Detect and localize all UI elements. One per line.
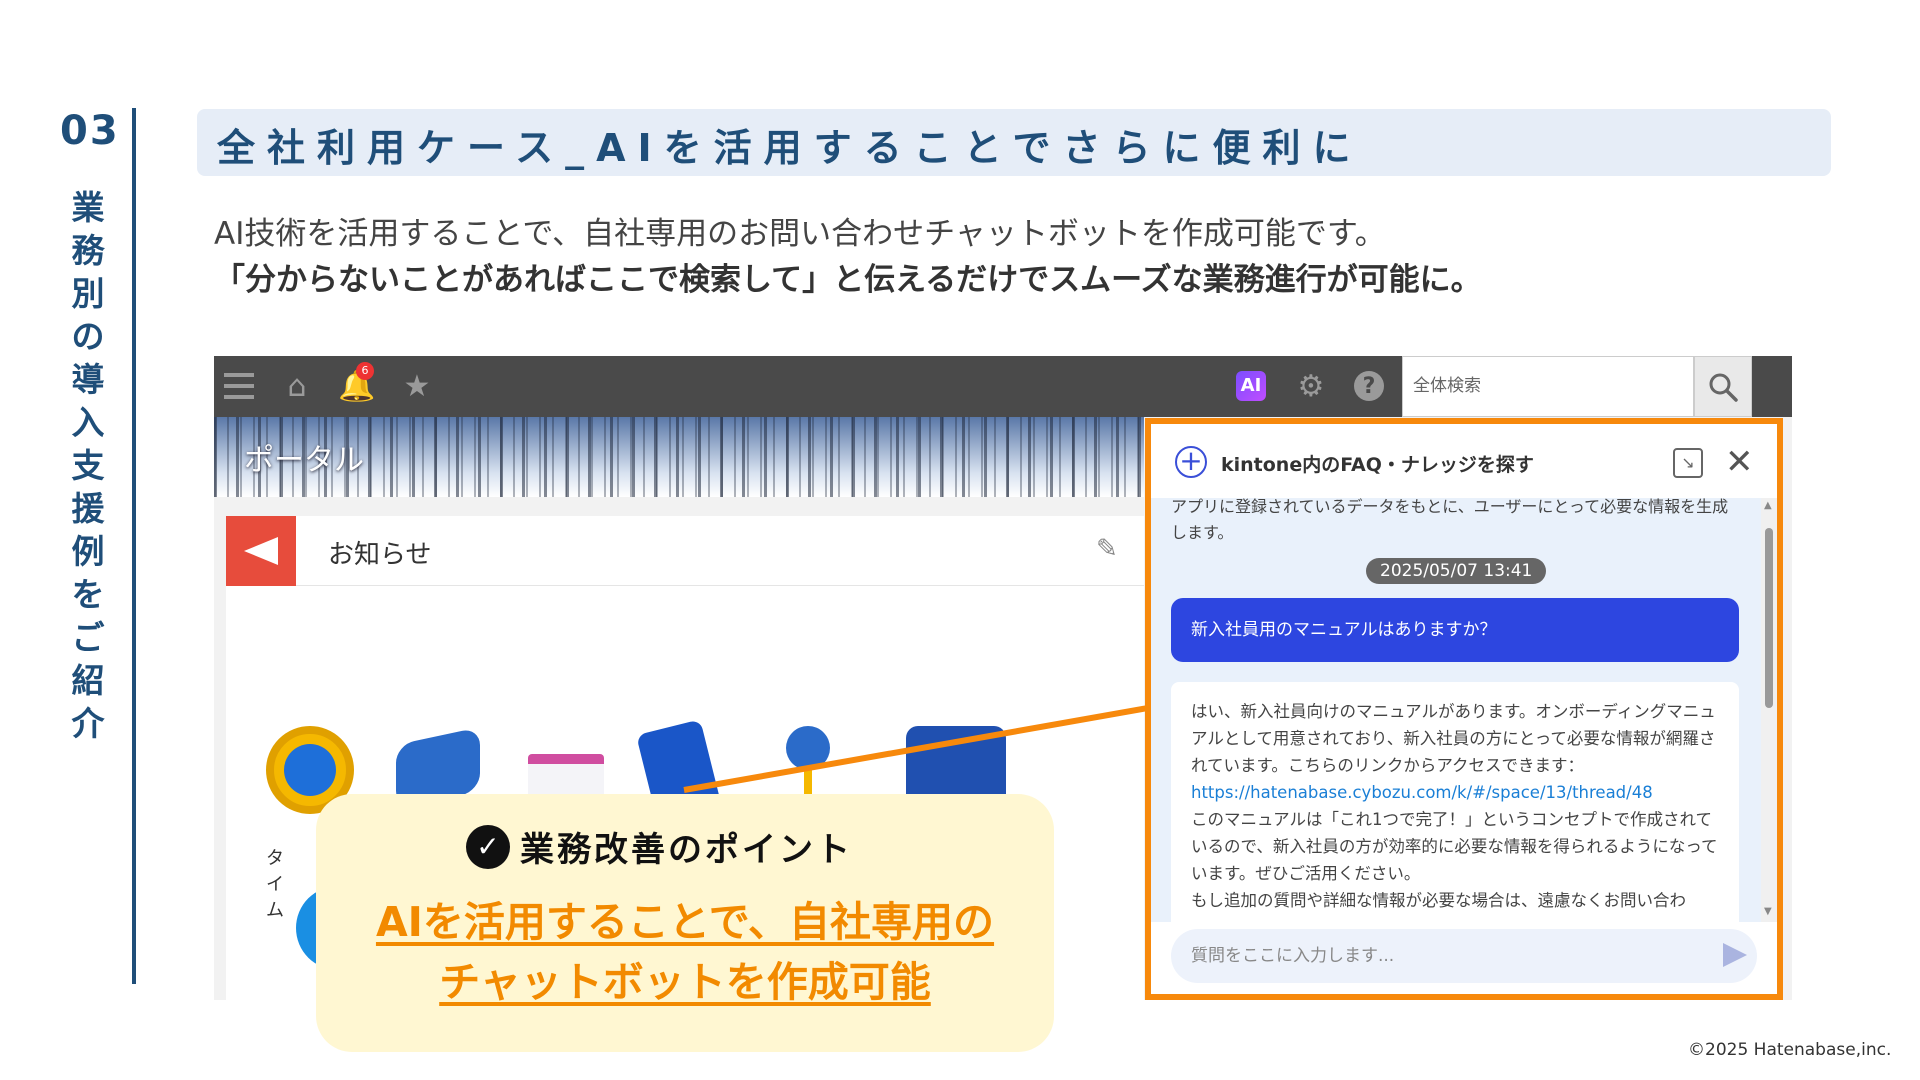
star-icon[interactable]: ★ xyxy=(398,367,436,405)
send-icon[interactable] xyxy=(1723,943,1747,967)
app-label: タイム xyxy=(266,848,284,921)
callout-title: 業務改善のポイント xyxy=(520,830,853,870)
chat-intro: アプリに登録されているデータをもとに、ユーザーにとって必要な情報を生成します。 xyxy=(1171,498,1729,542)
section-vertical-title: 業務別の導入支援例をご紹介 xyxy=(71,188,105,743)
global-search-input[interactable]: 全体検索 xyxy=(1402,356,1694,417)
chat-input[interactable]: 質問をここに入力します... xyxy=(1171,929,1757,983)
banner-title: ポータル xyxy=(244,443,364,478)
notification-badge: 6 xyxy=(356,362,374,380)
section-divider xyxy=(132,108,136,984)
kintone-header: ⌂ 🔔 6 ★ AI ⚙ ? 全体検索 xyxy=(214,356,1792,417)
callout-header: ✓ 業務改善のポイント xyxy=(466,822,853,871)
menu-icon[interactable] xyxy=(220,367,258,405)
bot-message-text: もし追加の質問や詳細な情報が必要な場合は、遠慮なくお問い合わ xyxy=(1191,891,1686,910)
bot-message-text: はい、新入社員向けのマニュアルがあります。オンボーディングマニュアルとして用意さ… xyxy=(1191,702,1716,775)
search-icon xyxy=(1709,373,1738,402)
chat-header: + kintone内のFAQ・ナレッジを探す ↘ ✕ xyxy=(1151,424,1777,498)
pin-app-icon[interactable] xyxy=(786,726,830,816)
callout-line: チャットボットを作成可能 xyxy=(439,958,931,1006)
callout-message: AIを活用することで、自社専用の チャットボットを作成可能 xyxy=(316,892,1054,1012)
help-icon[interactable]: ? xyxy=(1350,367,1388,405)
page-title: 全社利用ケース_AIを活用することでさらに便利に xyxy=(217,126,1363,170)
gear-icon[interactable]: ⚙ xyxy=(1292,367,1330,405)
improvement-callout: ✓ 業務改善のポイント AIを活用することで、自社専用の チャットボットを作成可… xyxy=(316,794,1054,1052)
section-number: 03 xyxy=(60,108,120,154)
notice-label: お知らせ xyxy=(328,540,432,570)
chat-title: kintone内のFAQ・ナレッジを探す xyxy=(1221,454,1534,476)
user-message: 新入社員用のマニュアルはありますか？ xyxy=(1171,598,1739,662)
chat-scrollbar[interactable]: ▲ ▼ xyxy=(1761,498,1777,922)
callout-line: AIを活用することで、自社専用の xyxy=(375,898,995,946)
ai-chat-panel: + kintone内のFAQ・ナレッジを探す ↘ ✕ アプリに登録されているデー… xyxy=(1145,418,1783,1000)
chat-input-placeholder: 質問をここに入力します... xyxy=(1191,946,1395,966)
megaphone-icon xyxy=(226,516,296,586)
chat-history[interactable]: アプリに登録されているデータをもとに、ユーザーにとって必要な情報を生成します。 … xyxy=(1151,498,1761,922)
close-icon[interactable]: ✕ xyxy=(1725,442,1754,482)
bot-message: はい、新入社員向けのマニュアルがあります。オンボーディングマニュアルとして用意さ… xyxy=(1171,682,1739,922)
bot-message-text: このマニュアルは「これ1つで完了！」というコンセプトで作成されているので、新入社… xyxy=(1191,810,1718,883)
new-chat-icon[interactable]: + xyxy=(1175,446,1207,478)
ai-icon[interactable]: AI xyxy=(1236,371,1266,401)
lead-text: AI技術を活用することで、自社専用のお問い合わせチャットボットを作成可能です。 xyxy=(214,216,1386,252)
copyright: ©2025 Hatenabase,inc. xyxy=(1688,1040,1892,1060)
scroll-down-icon[interactable]: ▼ xyxy=(1764,906,1772,917)
title-bar: 全社利用ケース_AIを活用することでさらに便利に xyxy=(197,109,1831,176)
lead-emphasis: 「分からないことがあればここで検索して」と伝えるだけでスムーズな業務進行が可能に… xyxy=(214,262,1482,298)
notice-header: お知らせ ✎ xyxy=(226,516,1144,586)
chat-timestamp: 2025/05/07 13:41 xyxy=(1366,558,1547,584)
minimize-icon[interactable]: ↘ xyxy=(1673,448,1703,478)
search-button[interactable] xyxy=(1694,356,1752,417)
portal-banner: ポータル xyxy=(214,417,1144,497)
scrollbar-thumb[interactable] xyxy=(1765,528,1773,708)
scroll-up-icon[interactable]: ▲ xyxy=(1764,500,1772,511)
edit-icon[interactable]: ✎ xyxy=(1096,534,1126,564)
bot-message-link[interactable]: https://hatenabase.cybozu.com/k/#/space/… xyxy=(1191,779,1719,806)
check-icon: ✓ xyxy=(466,824,510,869)
home-icon[interactable]: ⌂ xyxy=(278,367,316,405)
